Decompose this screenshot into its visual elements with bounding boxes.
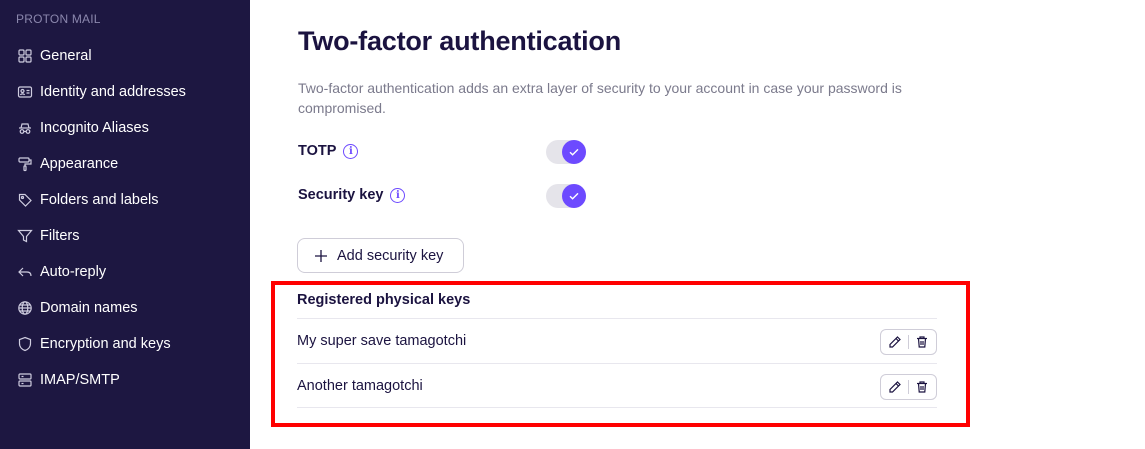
sidebar-item-filters[interactable]: Filters	[0, 218, 250, 254]
check-icon	[562, 140, 586, 164]
page-title: Two-factor authentication	[298, 26, 621, 56]
incognito-icon	[16, 120, 33, 137]
delete-button[interactable]	[909, 330, 936, 354]
check-icon	[562, 184, 586, 208]
delete-button[interactable]	[909, 375, 936, 399]
main-content: Two-factor authentication Two-factor aut…	[250, 0, 1145, 449]
shield-icon	[16, 336, 33, 353]
reply-icon	[16, 264, 33, 281]
pencil-icon	[888, 336, 901, 348]
table-row: Another tamagotchi	[297, 363, 937, 408]
sidebar-item-label: Incognito Aliases	[40, 120, 149, 136]
pencil-icon	[888, 381, 901, 393]
tag-icon	[16, 192, 33, 209]
sidebar-item-label: Domain names	[40, 300, 138, 316]
trash-icon	[917, 381, 928, 393]
sidebar-item-label: Auto-reply	[40, 264, 107, 280]
edit-button[interactable]	[881, 330, 908, 354]
paint-roller-icon	[16, 156, 33, 173]
id-card-icon	[16, 84, 33, 101]
sidebar-item-label: Encryption and keys	[40, 336, 171, 352]
sidebar-item-folders-labels[interactable]: Folders and labels	[0, 182, 250, 218]
edit-button[interactable]	[881, 375, 908, 399]
key-name: My super save tamagotchi	[297, 333, 467, 349]
totp-label: TOTP	[298, 143, 337, 159]
servers-icon	[16, 372, 33, 389]
sidebar-item-general[interactable]: General	[0, 38, 250, 74]
add-security-key-button[interactable]: Add security key	[297, 238, 464, 273]
brand-label: PROTON MAIL	[16, 12, 101, 26]
plus-icon	[314, 249, 328, 263]
sidebar-item-appearance[interactable]: Appearance	[0, 146, 250, 182]
trash-icon	[917, 336, 928, 348]
sidebar-item-incognito-aliases[interactable]: Incognito Aliases	[0, 110, 250, 146]
security-key-label: Security key	[298, 187, 384, 203]
sidebar-item-label: Folders and labels	[40, 192, 159, 208]
info-icon[interactable]: i	[343, 143, 359, 159]
sidebar-item-label: Identity and addresses	[40, 84, 186, 100]
grid-icon	[16, 48, 33, 65]
key-actions	[880, 329, 937, 355]
sidebar-item-domain-names[interactable]: Domain names	[0, 290, 250, 326]
security-key-toggle[interactable]	[546, 184, 586, 208]
info-icon[interactable]: i	[390, 187, 406, 203]
totp-toggle[interactable]	[546, 140, 586, 164]
sidebar-item-label: IMAP/SMTP	[40, 372, 120, 388]
add-security-key-label: Add security key	[337, 247, 444, 264]
sidebar-item-encryption-keys[interactable]: Encryption and keys	[0, 326, 250, 362]
sidebar-item-auto-reply[interactable]: Auto-reply	[0, 254, 250, 290]
security-key-setting-label: Security key i	[298, 187, 406, 203]
sidebar-item-imap-smtp[interactable]: IMAP/SMTP	[0, 362, 250, 398]
sidebar-item-label: General	[40, 48, 92, 64]
page-description: Two-factor authentication adds an extra …	[298, 80, 902, 116]
filter-icon	[16, 228, 33, 245]
key-name: Another tamagotchi	[297, 377, 423, 394]
totp-setting-label: TOTP i	[298, 143, 359, 159]
sidebar: PROTON MAIL General Identity and address…	[0, 0, 250, 449]
globe-icon	[16, 300, 33, 317]
key-actions	[880, 374, 937, 400]
sidebar-item-identity[interactable]: Identity and addresses	[0, 74, 250, 110]
sidebar-item-label: Filters	[40, 228, 80, 244]
sidebar-item-label: Appearance	[40, 156, 119, 172]
registered-keys-heading: Registered physical keys	[297, 292, 471, 308]
table-row: My super save tamagotchi	[297, 318, 937, 363]
